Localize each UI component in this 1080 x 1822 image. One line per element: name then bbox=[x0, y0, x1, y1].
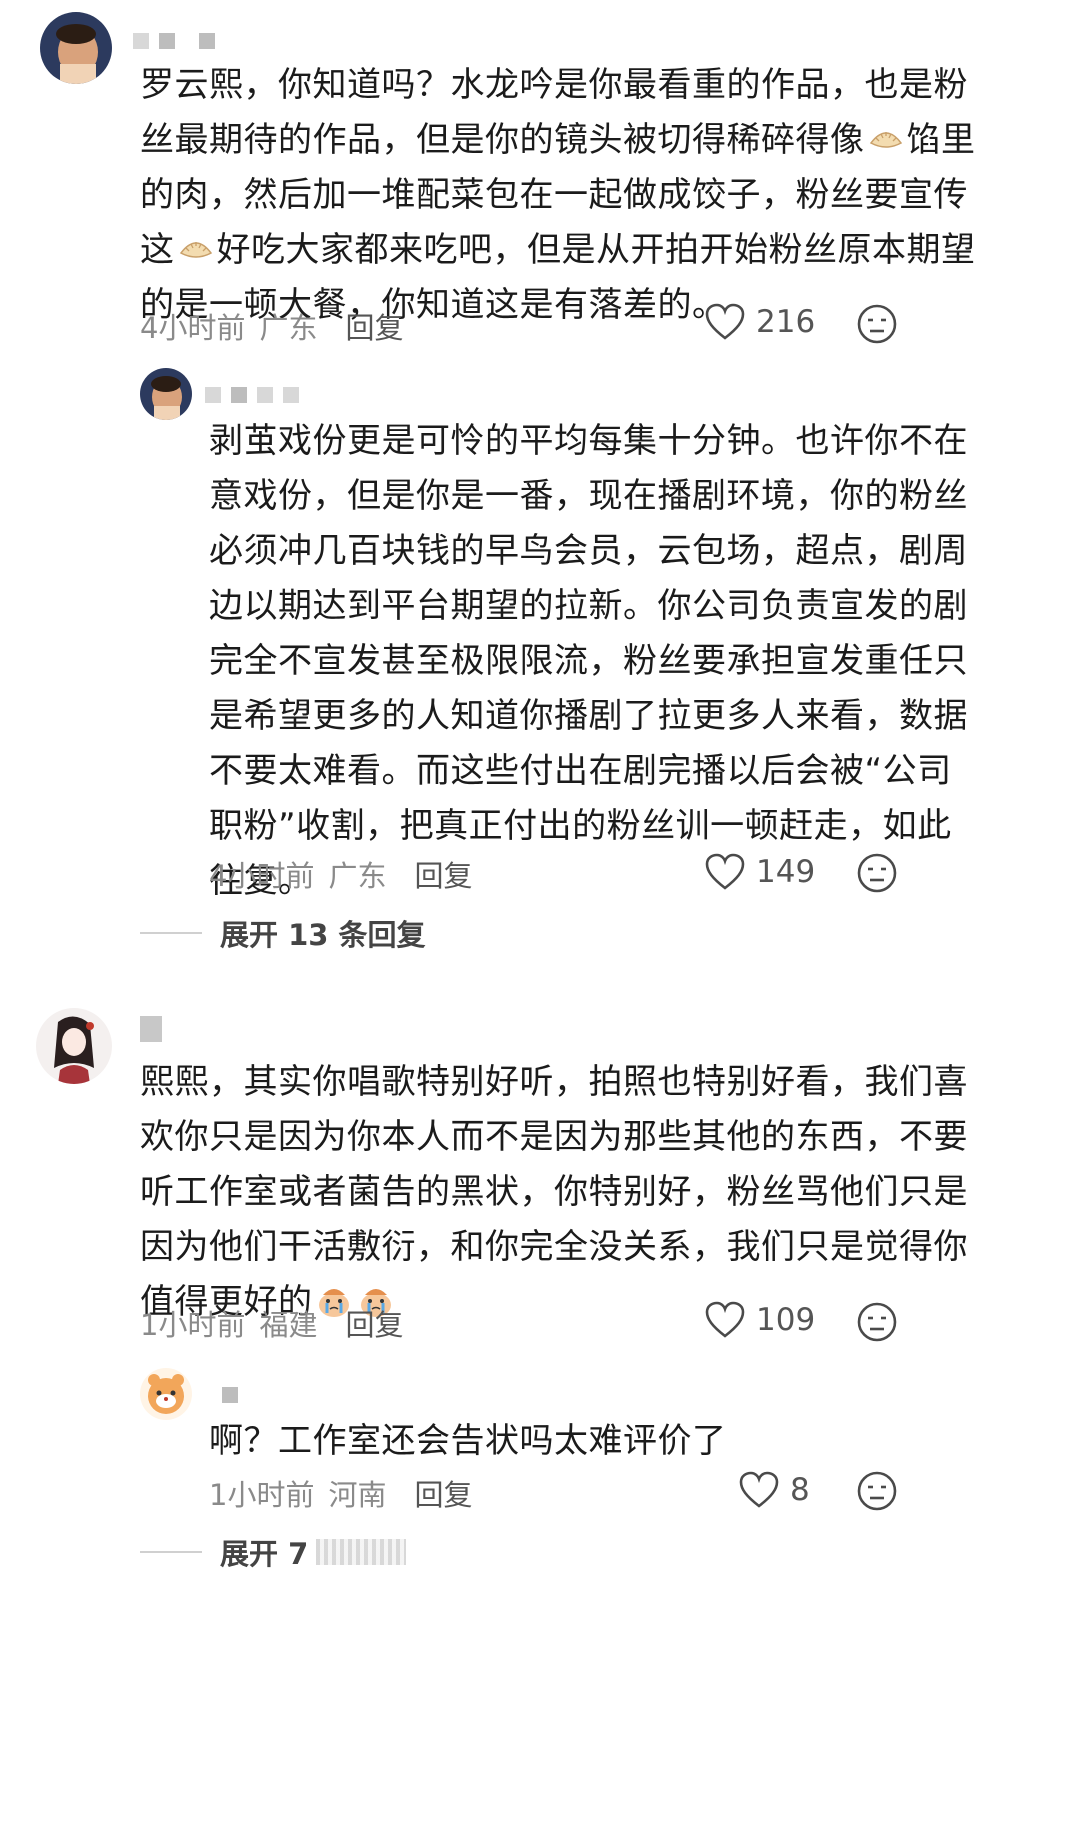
location: 广东 bbox=[259, 311, 318, 345]
timestamp: 1小时前 bbox=[140, 1308, 246, 1342]
dislike-face-icon[interactable] bbox=[856, 303, 898, 345]
watermark bbox=[316, 1539, 407, 1565]
username[interactable] bbox=[222, 1384, 238, 1406]
comment-text: 啊？工作室还会告状吗太难评价了 bbox=[209, 1421, 727, 1461]
like-count: 8 bbox=[790, 1472, 810, 1508]
dislike-face-icon[interactable] bbox=[856, 1301, 898, 1343]
reply-button[interactable]: 回复 bbox=[414, 1472, 472, 1514]
comment-text: 熙熙，其实你唱歌特别好听，拍照也特别好看，我们喜 欢你只是因为你本人而不是因为那… bbox=[140, 1062, 968, 1322]
heart-icon bbox=[739, 1471, 779, 1508]
username[interactable] bbox=[133, 30, 215, 52]
expand-replies-button[interactable]: 展开 7 bbox=[140, 1531, 407, 1573]
dislike-face-icon[interactable] bbox=[856, 852, 898, 894]
like-button[interactable]: 109 bbox=[704, 1300, 815, 1340]
timestamp: 1小时前 bbox=[209, 1478, 315, 1512]
username[interactable] bbox=[140, 1016, 162, 1042]
divider-line bbox=[140, 932, 202, 934]
heart-icon bbox=[705, 303, 745, 340]
like-button[interactable]: 149 bbox=[704, 852, 815, 892]
reply-button[interactable]: 回复 bbox=[345, 1302, 403, 1344]
heart-icon bbox=[705, 853, 745, 890]
comment-meta: 1小时前 河南 回复 bbox=[209, 1472, 472, 1514]
comment-meta: 1小时前 福建 回复 bbox=[140, 1302, 403, 1344]
timestamp: 4小时前 bbox=[140, 311, 246, 345]
dumpling-emoji bbox=[177, 229, 215, 267]
like-button[interactable]: 8 bbox=[738, 1470, 810, 1510]
like-count: 109 bbox=[756, 1302, 816, 1338]
heart-icon bbox=[705, 1301, 745, 1338]
avatar[interactable] bbox=[140, 1368, 192, 1420]
location: 福建 bbox=[259, 1308, 318, 1342]
username[interactable] bbox=[205, 384, 299, 406]
comment-meta: 4小时前 广东 回复 bbox=[209, 853, 472, 895]
comment-text: 罗云熙，你知道吗？水龙吟是你最看重的作品，也是粉 丝最期待的作品，但是你的镜头被… bbox=[140, 65, 976, 325]
location: 广东 bbox=[328, 859, 387, 893]
location: 河南 bbox=[328, 1478, 387, 1512]
divider-line bbox=[140, 1551, 202, 1553]
like-button[interactable]: 216 bbox=[704, 302, 815, 342]
reply-button[interactable]: 回复 bbox=[345, 305, 403, 347]
timestamp: 4小时前 bbox=[209, 859, 315, 893]
expand-replies-button[interactable]: 展开 13 条回复 bbox=[140, 912, 426, 954]
like-count: 216 bbox=[756, 304, 816, 340]
avatar[interactable] bbox=[40, 12, 112, 84]
dumpling-emoji bbox=[867, 119, 905, 157]
avatar[interactable] bbox=[36, 1008, 112, 1084]
comment-meta: 4小时前 广东 回复 bbox=[140, 305, 403, 347]
dislike-face-icon[interactable] bbox=[856, 1470, 898, 1512]
comment-text: 剥茧戏份更是可怜的平均每集十分钟。也许你不在 意戏份，但是你是一番，现在播剧环境… bbox=[209, 421, 968, 901]
reply-button[interactable]: 回复 bbox=[414, 853, 472, 895]
avatar[interactable] bbox=[140, 368, 192, 420]
like-count: 149 bbox=[756, 854, 816, 890]
